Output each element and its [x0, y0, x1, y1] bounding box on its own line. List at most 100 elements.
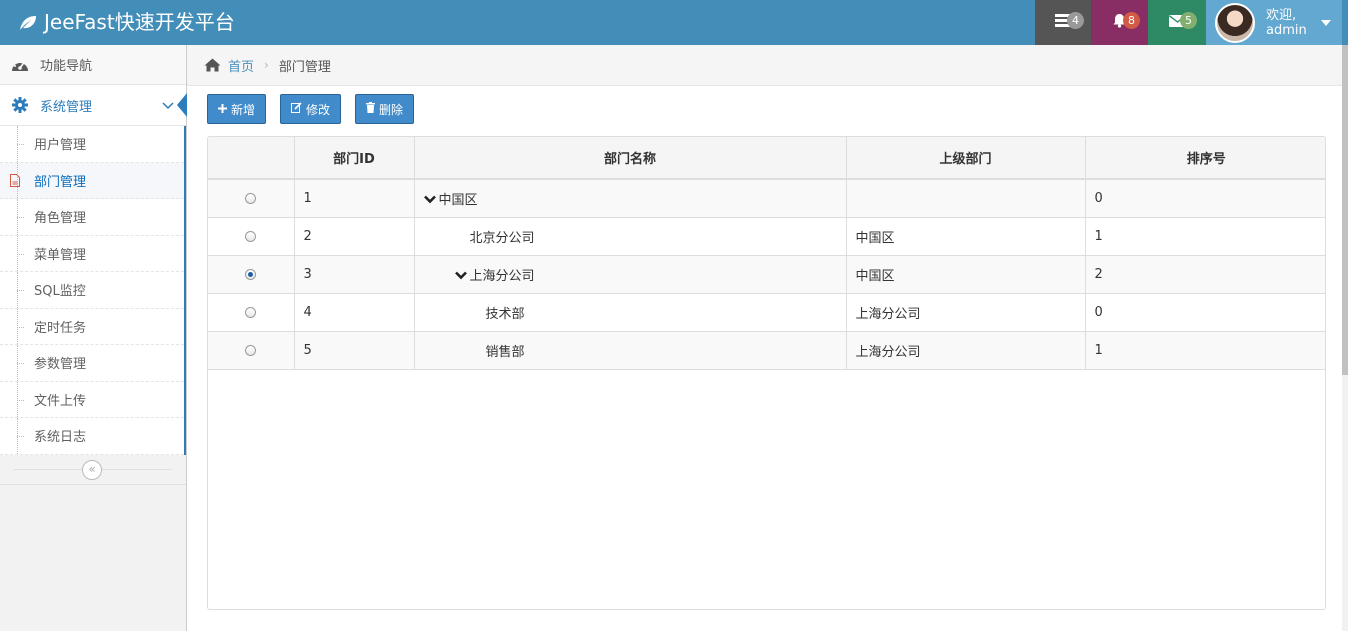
sidebar-item-label: 部门管理 — [34, 174, 87, 190]
sidebar-item-sql-monitor[interactable]: SQL监控 — [0, 272, 184, 309]
welcome-username: admin — [1266, 22, 1307, 38]
table-row[interactable]: 2 北京分公司 中国区 1 — [208, 217, 1325, 256]
toolbar: 新增 修改 删除 — [207, 94, 415, 124]
page-scrollbar-thumb[interactable] — [1342, 45, 1348, 375]
sidebar-item-label: 定时任务 — [34, 320, 87, 336]
tasks-button[interactable]: 4 — [1035, 0, 1091, 45]
cell-id: 1 — [294, 179, 415, 218]
user-menu[interactable]: 欢迎, admin — [1206, 0, 1342, 45]
table-row[interactable]: 1 中国区 0 — [208, 179, 1325, 218]
row-radio[interactable] — [245, 192, 257, 204]
breadcrumb-home-link[interactable]: 首页 — [228, 56, 254, 75]
trash-icon — [366, 102, 376, 116]
edit-button[interactable]: 修改 — [280, 94, 342, 124]
sidebar-item-menus[interactable]: 菜单管理 — [0, 235, 184, 272]
sidebar-item-roles[interactable]: 角色管理 — [0, 199, 184, 236]
notifications-badge: 8 — [1123, 12, 1140, 29]
table-row[interactable]: 5 销售部 上海分公司 1 — [208, 331, 1325, 370]
home-icon — [204, 58, 221, 72]
table-row[interactable]: 4 技术部 上海分公司 0 — [208, 293, 1325, 332]
column-header-select — [208, 137, 295, 180]
department-name: 销售部 — [485, 344, 525, 360]
cell-parent: 中国区 — [846, 217, 1086, 256]
row-radio[interactable] — [245, 344, 257, 356]
cell-name: 技术部 — [414, 293, 847, 332]
sidebar-item-label: 系统管理 — [40, 99, 93, 115]
cell-order: 1 — [1085, 331, 1325, 370]
sidebar-item-departments[interactable]: 部门管理 — [0, 162, 184, 199]
row-select-cell — [208, 217, 295, 256]
sidebar-item-label: 菜单管理 — [34, 247, 87, 263]
sidebar: 功能导航 系统管理 用户管理 部门管理 角色管理 菜单管理 SQL监控 定时任务… — [0, 45, 187, 631]
cell-parent — [846, 179, 1086, 218]
add-button-label: 新增 — [231, 102, 256, 117]
sidebar-item-label: SQL监控 — [34, 284, 86, 300]
leaf-icon — [18, 14, 38, 32]
row-radio[interactable] — [245, 230, 257, 242]
column-header-order[interactable]: 排序号 — [1085, 137, 1325, 180]
tasks-badge: 4 — [1067, 12, 1084, 29]
breadcrumb: 首页 › 部门管理 — [187, 45, 1348, 86]
department-name: 上海分公司 — [469, 268, 535, 284]
sidebar-item-users[interactable]: 用户管理 — [0, 126, 184, 163]
plus-icon — [218, 102, 227, 116]
notifications-button[interactable]: 8 — [1091, 0, 1148, 45]
sidebar-item-system[interactable]: 系统管理 — [0, 85, 187, 126]
tree-expand-chevron-icon[interactable] — [454, 269, 467, 283]
cell-order: 1 — [1085, 217, 1325, 256]
delete-button[interactable]: 删除 — [355, 94, 415, 124]
cell-name: 上海分公司 — [414, 255, 847, 294]
sidebar-item-label: 参数管理 — [34, 357, 87, 373]
sidebar-item-label: 功能导航 — [40, 59, 93, 74]
double-chevron-left-icon[interactable]: « — [82, 459, 102, 480]
sidebar-item-system-log[interactable]: 系统日志 — [0, 418, 184, 455]
edit-icon — [291, 102, 302, 116]
row-select-cell — [208, 331, 295, 370]
chevron-down-icon — [162, 99, 174, 114]
sidebar-item-parameters[interactable]: 参数管理 — [0, 345, 184, 382]
cell-id: 2 — [294, 217, 415, 256]
row-select-cell — [208, 179, 295, 218]
top-navbar: JeeFast快速开发平台 4 8 5 欢迎, admin — [0, 0, 1348, 45]
dashboard-icon — [10, 58, 30, 72]
cell-id: 5 — [294, 331, 415, 370]
active-indicator — [177, 93, 187, 117]
department-name: 北京分公司 — [469, 230, 535, 246]
cell-parent: 上海分公司 — [846, 293, 1086, 332]
app-title: JeeFast快速开发平台 — [44, 10, 235, 34]
system-submenu: 用户管理 部门管理 角色管理 菜单管理 SQL监控 定时任务 参数管理 文件上传… — [0, 126, 186, 455]
edit-button-label: 修改 — [306, 102, 331, 117]
delete-button-label: 删除 — [379, 102, 404, 117]
welcome-text: 欢迎, admin — [1266, 8, 1307, 38]
row-select-cell — [208, 255, 295, 294]
row-select-cell — [208, 293, 295, 332]
add-button[interactable]: 新增 — [207, 94, 267, 124]
sidebar-item-nav[interactable]: 功能导航 — [0, 45, 186, 85]
tree-expand-chevron-icon[interactable] — [423, 193, 436, 207]
welcome-greeting: 欢迎, — [1266, 7, 1297, 23]
cell-name: 中国区 — [414, 179, 847, 218]
department-name: 中国区 — [438, 192, 478, 208]
sidebar-item-label: 用户管理 — [34, 138, 87, 154]
cell-parent: 中国区 — [846, 255, 1086, 294]
row-radio[interactable] — [245, 268, 257, 280]
sidebar-item-scheduled-tasks[interactable]: 定时任务 — [0, 308, 184, 345]
messages-badge: 5 — [1180, 12, 1197, 29]
table-header-row: 部门ID 部门名称 上级部门 排序号 — [208, 137, 1325, 180]
column-header-parent[interactable]: 上级部门 — [846, 137, 1086, 180]
cell-order: 0 — [1085, 179, 1325, 218]
row-radio[interactable] — [245, 306, 257, 318]
cell-name: 销售部 — [414, 331, 847, 370]
sidebar-item-label: 角色管理 — [34, 211, 87, 227]
department-tree-table: 部门ID 部门名称 上级部门 排序号 1 中国区 0 2 北京分公司 中国区 1 3 上海分公司… — [207, 136, 1326, 610]
department-name: 技术部 — [485, 306, 525, 322]
sidebar-item-file-upload[interactable]: 文件上传 — [0, 381, 184, 418]
table-row[interactable]: 3 上海分公司 中国区 2 — [208, 255, 1325, 294]
brand[interactable]: JeeFast快速开发平台 — [18, 0, 235, 45]
cell-order: 0 — [1085, 293, 1325, 332]
sidebar-collapse-bar: « — [0, 455, 186, 485]
messages-button[interactable]: 5 — [1148, 0, 1206, 45]
column-header-name[interactable]: 部门名称 — [414, 137, 847, 180]
gear-icon — [10, 97, 30, 113]
column-header-id[interactable]: 部门ID — [294, 137, 415, 180]
